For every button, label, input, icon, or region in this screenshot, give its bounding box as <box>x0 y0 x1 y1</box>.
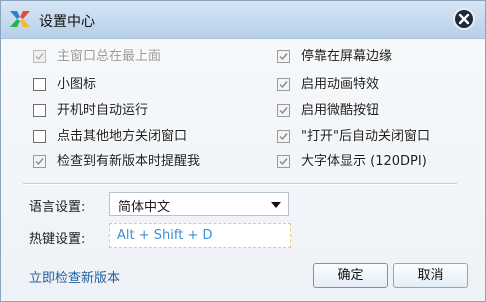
checkbox[interactable] <box>33 104 46 117</box>
language-select-value: 简体中文 <box>118 200 171 215</box>
checkbox[interactable] <box>33 50 46 63</box>
option-label: 开机时自动运行 <box>57 103 149 118</box>
checkmark-icon <box>279 133 288 141</box>
check-update-link[interactable]: 立即检查新版本 <box>29 267 120 286</box>
language-select[interactable]: 简体中文 <box>109 192 289 216</box>
language-label: 语言设置: <box>29 200 86 215</box>
cancel-button[interactable]: 取消 <box>393 263 468 288</box>
checkmark-icon <box>279 53 288 61</box>
hotkey-input[interactable]: Alt + Shift + D <box>109 223 291 248</box>
option-label: 小图标 <box>57 77 97 92</box>
checkbox[interactable] <box>277 130 290 143</box>
checkbox[interactable] <box>33 155 46 168</box>
checkbox[interactable] <box>33 78 46 91</box>
option-label: 停靠在屏幕边缘 <box>301 49 393 64</box>
hotkey-value: Alt + Shift + D <box>117 228 213 243</box>
close-icon <box>458 13 470 25</box>
option-label: 点击其他地方关闭窗口 <box>57 129 188 144</box>
settings-window: 设置中心 主窗口总在最上面 小图标 开机时自动运行 点击其他地方关闭窗口 检查到… <box>0 0 486 302</box>
window-title: 设置中心 <box>39 14 95 30</box>
checkbox[interactable] <box>277 78 290 91</box>
app-logo-icon <box>10 11 30 27</box>
option-label: 启用微酷按钮 <box>301 103 380 118</box>
chevron-down-icon <box>271 202 281 208</box>
section-divider <box>23 183 457 185</box>
ok-button[interactable]: 确定 <box>313 263 388 288</box>
close-button[interactable] <box>453 8 475 30</box>
checkbox[interactable] <box>33 130 46 143</box>
checkbox[interactable] <box>277 104 290 117</box>
checkbox[interactable] <box>277 155 290 168</box>
option-label: 大字体显示 (120DPI) <box>301 154 427 169</box>
option-label: 启用动画特效 <box>301 77 380 92</box>
option-label: 检查到有新版本时提醒我 <box>57 154 201 169</box>
checkmark-icon <box>279 158 288 166</box>
checkmark-icon <box>35 158 44 166</box>
option-label: 主窗口总在最上面 <box>57 49 162 64</box>
checkmark-icon <box>35 53 44 61</box>
checkmark-icon <box>279 81 288 89</box>
checkbox[interactable] <box>277 50 290 63</box>
option-label: "打开"后自动关闭窗口 <box>301 129 430 144</box>
title-bar[interactable]: 设置中心 <box>1 1 485 39</box>
hotkey-label: 热键设置: <box>29 232 86 247</box>
checkmark-icon <box>279 107 288 115</box>
